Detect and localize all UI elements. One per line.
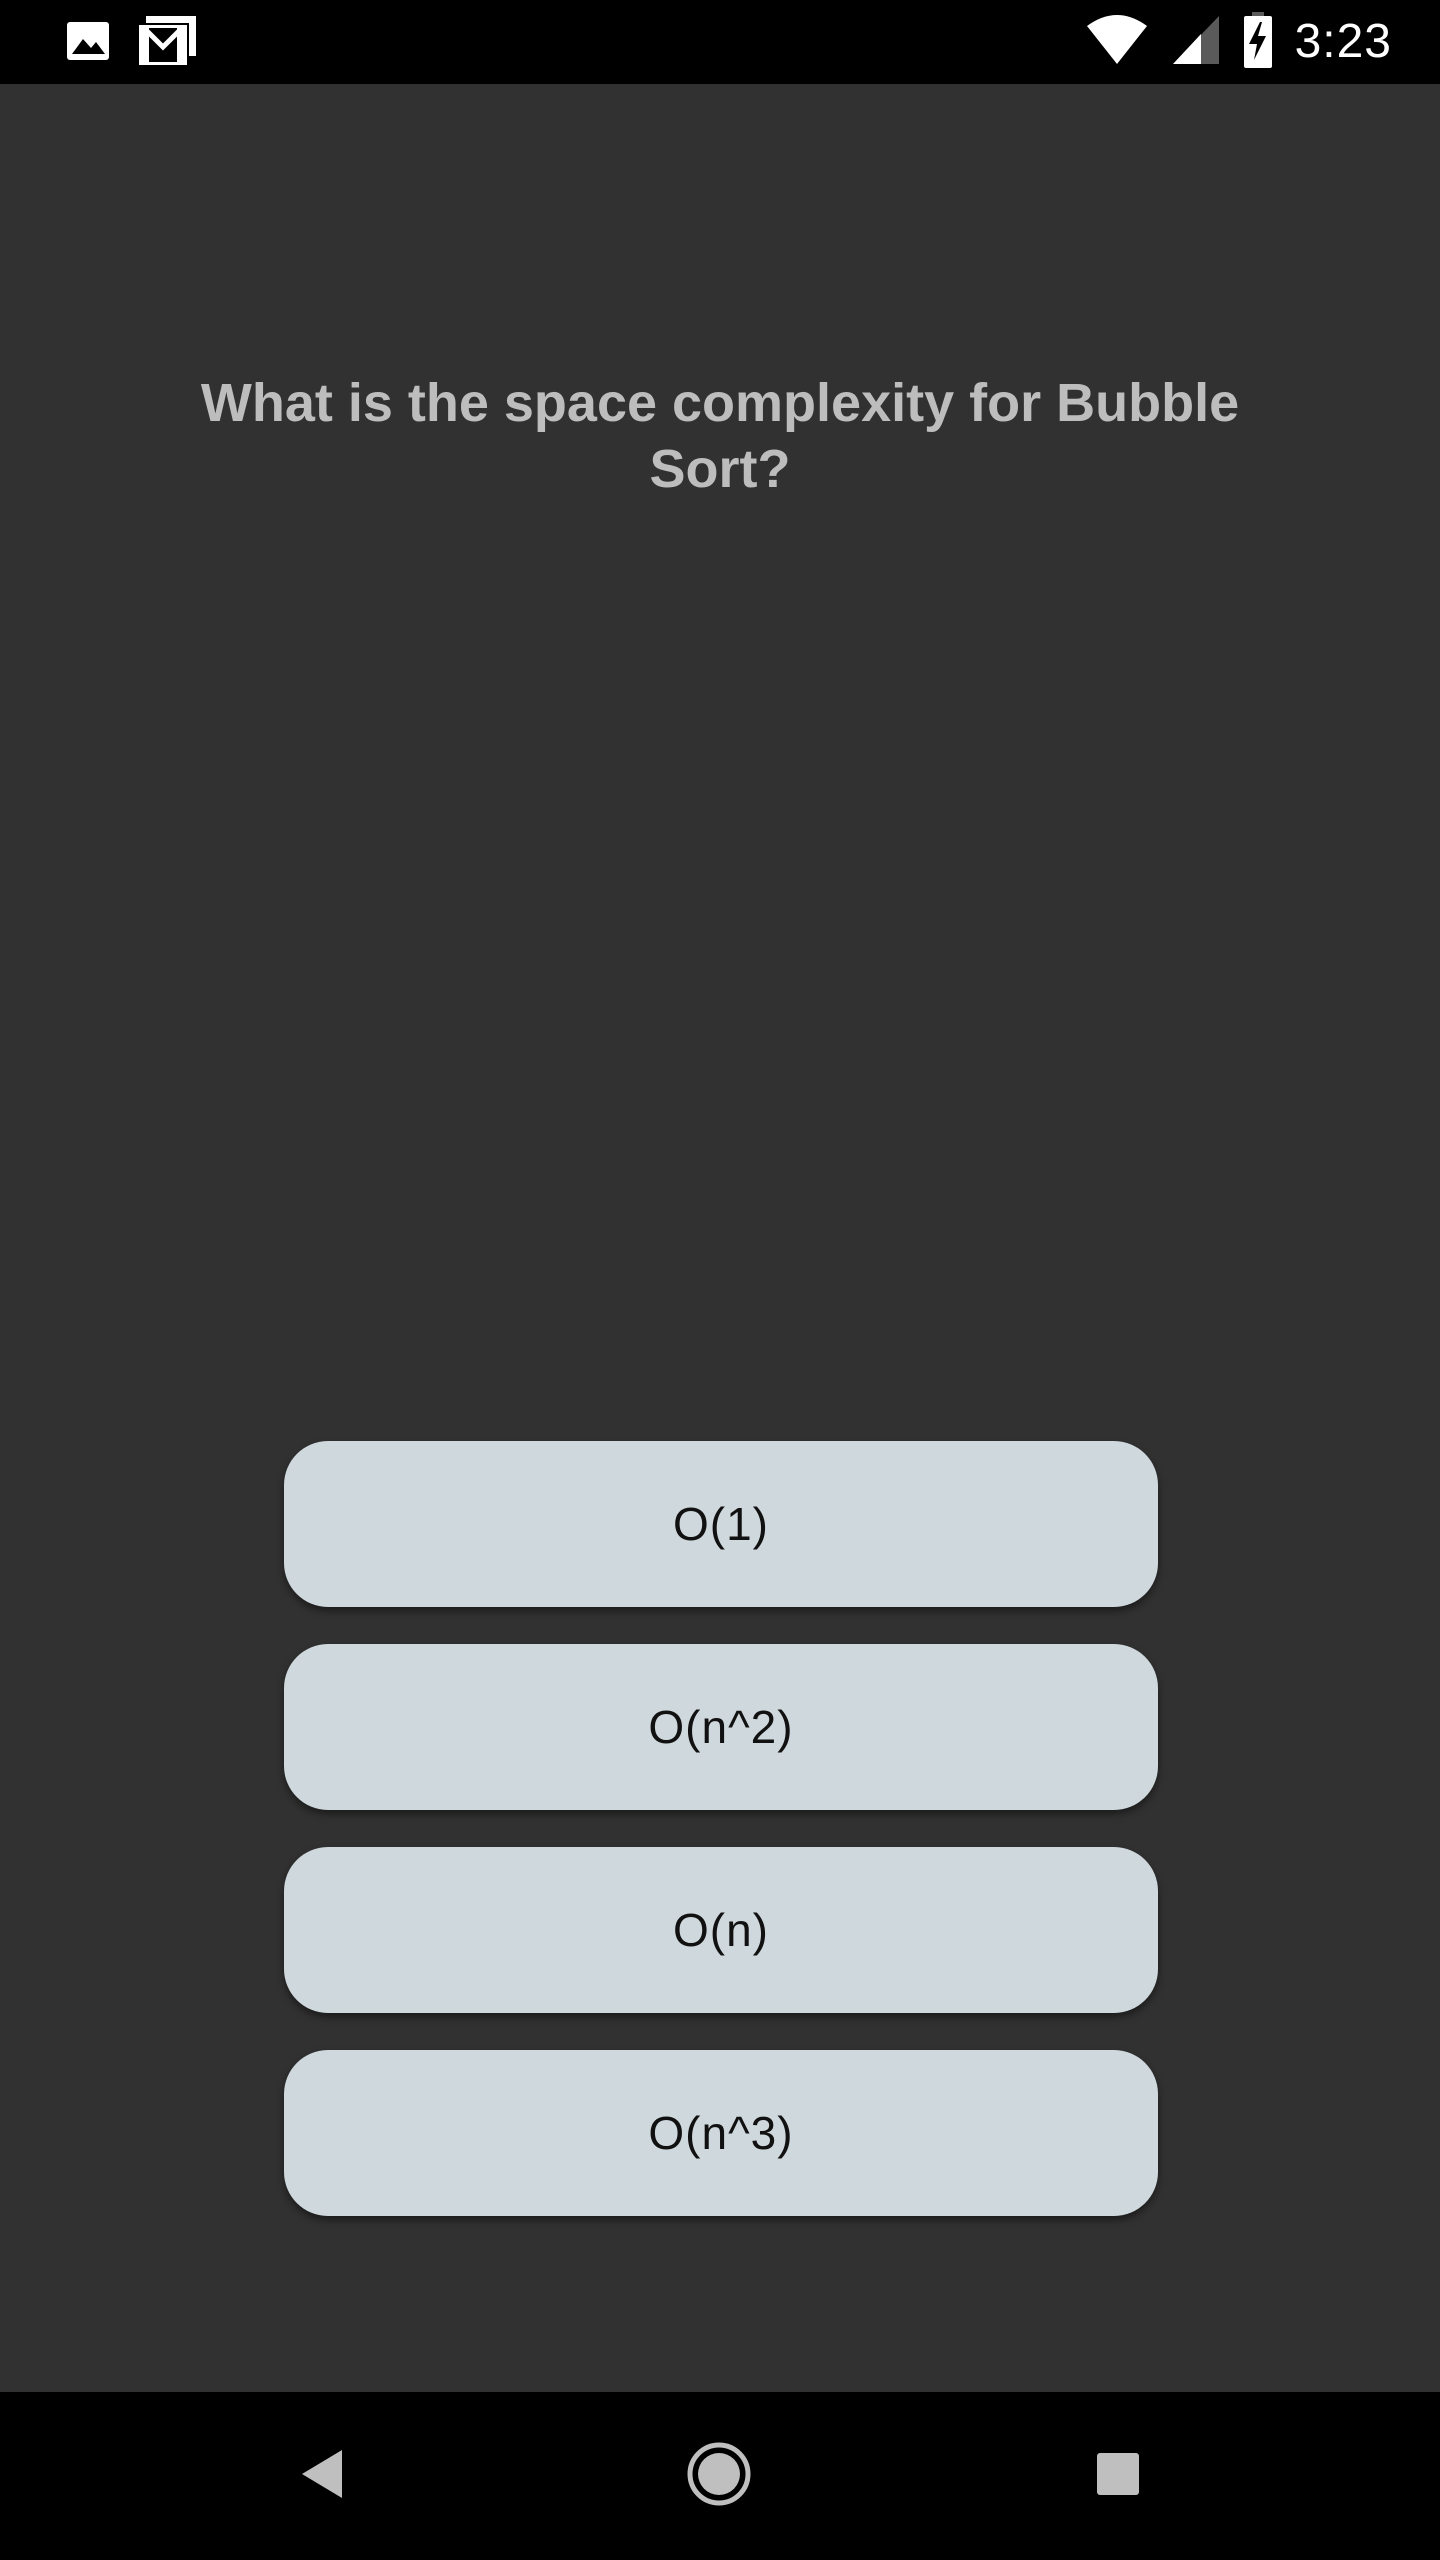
system-status: 3:23 bbox=[1085, 10, 1392, 74]
navigation-bar bbox=[0, 2392, 1440, 2560]
notification-icons bbox=[64, 14, 198, 73]
answer-button-1[interactable]: O(1) bbox=[284, 1441, 1158, 1607]
clock: 3:23 bbox=[1294, 15, 1392, 68]
back-icon bbox=[298, 2448, 346, 2505]
wifi-icon bbox=[1085, 14, 1149, 71]
home-button[interactable] bbox=[679, 2436, 759, 2516]
quiz-screen: What is the space complexity for Bubble … bbox=[0, 84, 1440, 2392]
home-icon bbox=[685, 2440, 753, 2513]
recents-button[interactable] bbox=[1078, 2436, 1158, 2516]
gmail-notification-icon bbox=[136, 14, 198, 73]
back-button[interactable] bbox=[282, 2436, 362, 2516]
answer-button-4[interactable]: O(n^3) bbox=[284, 2050, 1158, 2216]
battery-charging-icon bbox=[1243, 11, 1273, 73]
answer-button-2[interactable]: O(n^2) bbox=[284, 1644, 1158, 1810]
image-notification-icon bbox=[64, 17, 112, 70]
answer-button-3[interactable]: O(n) bbox=[284, 1847, 1158, 2013]
recents-icon bbox=[1095, 2451, 1141, 2502]
question-text: What is the space complexity for Bubble … bbox=[200, 373, 1240, 499]
signal-icon bbox=[1171, 14, 1221, 71]
status-bar: 3:23 bbox=[0, 0, 1440, 84]
